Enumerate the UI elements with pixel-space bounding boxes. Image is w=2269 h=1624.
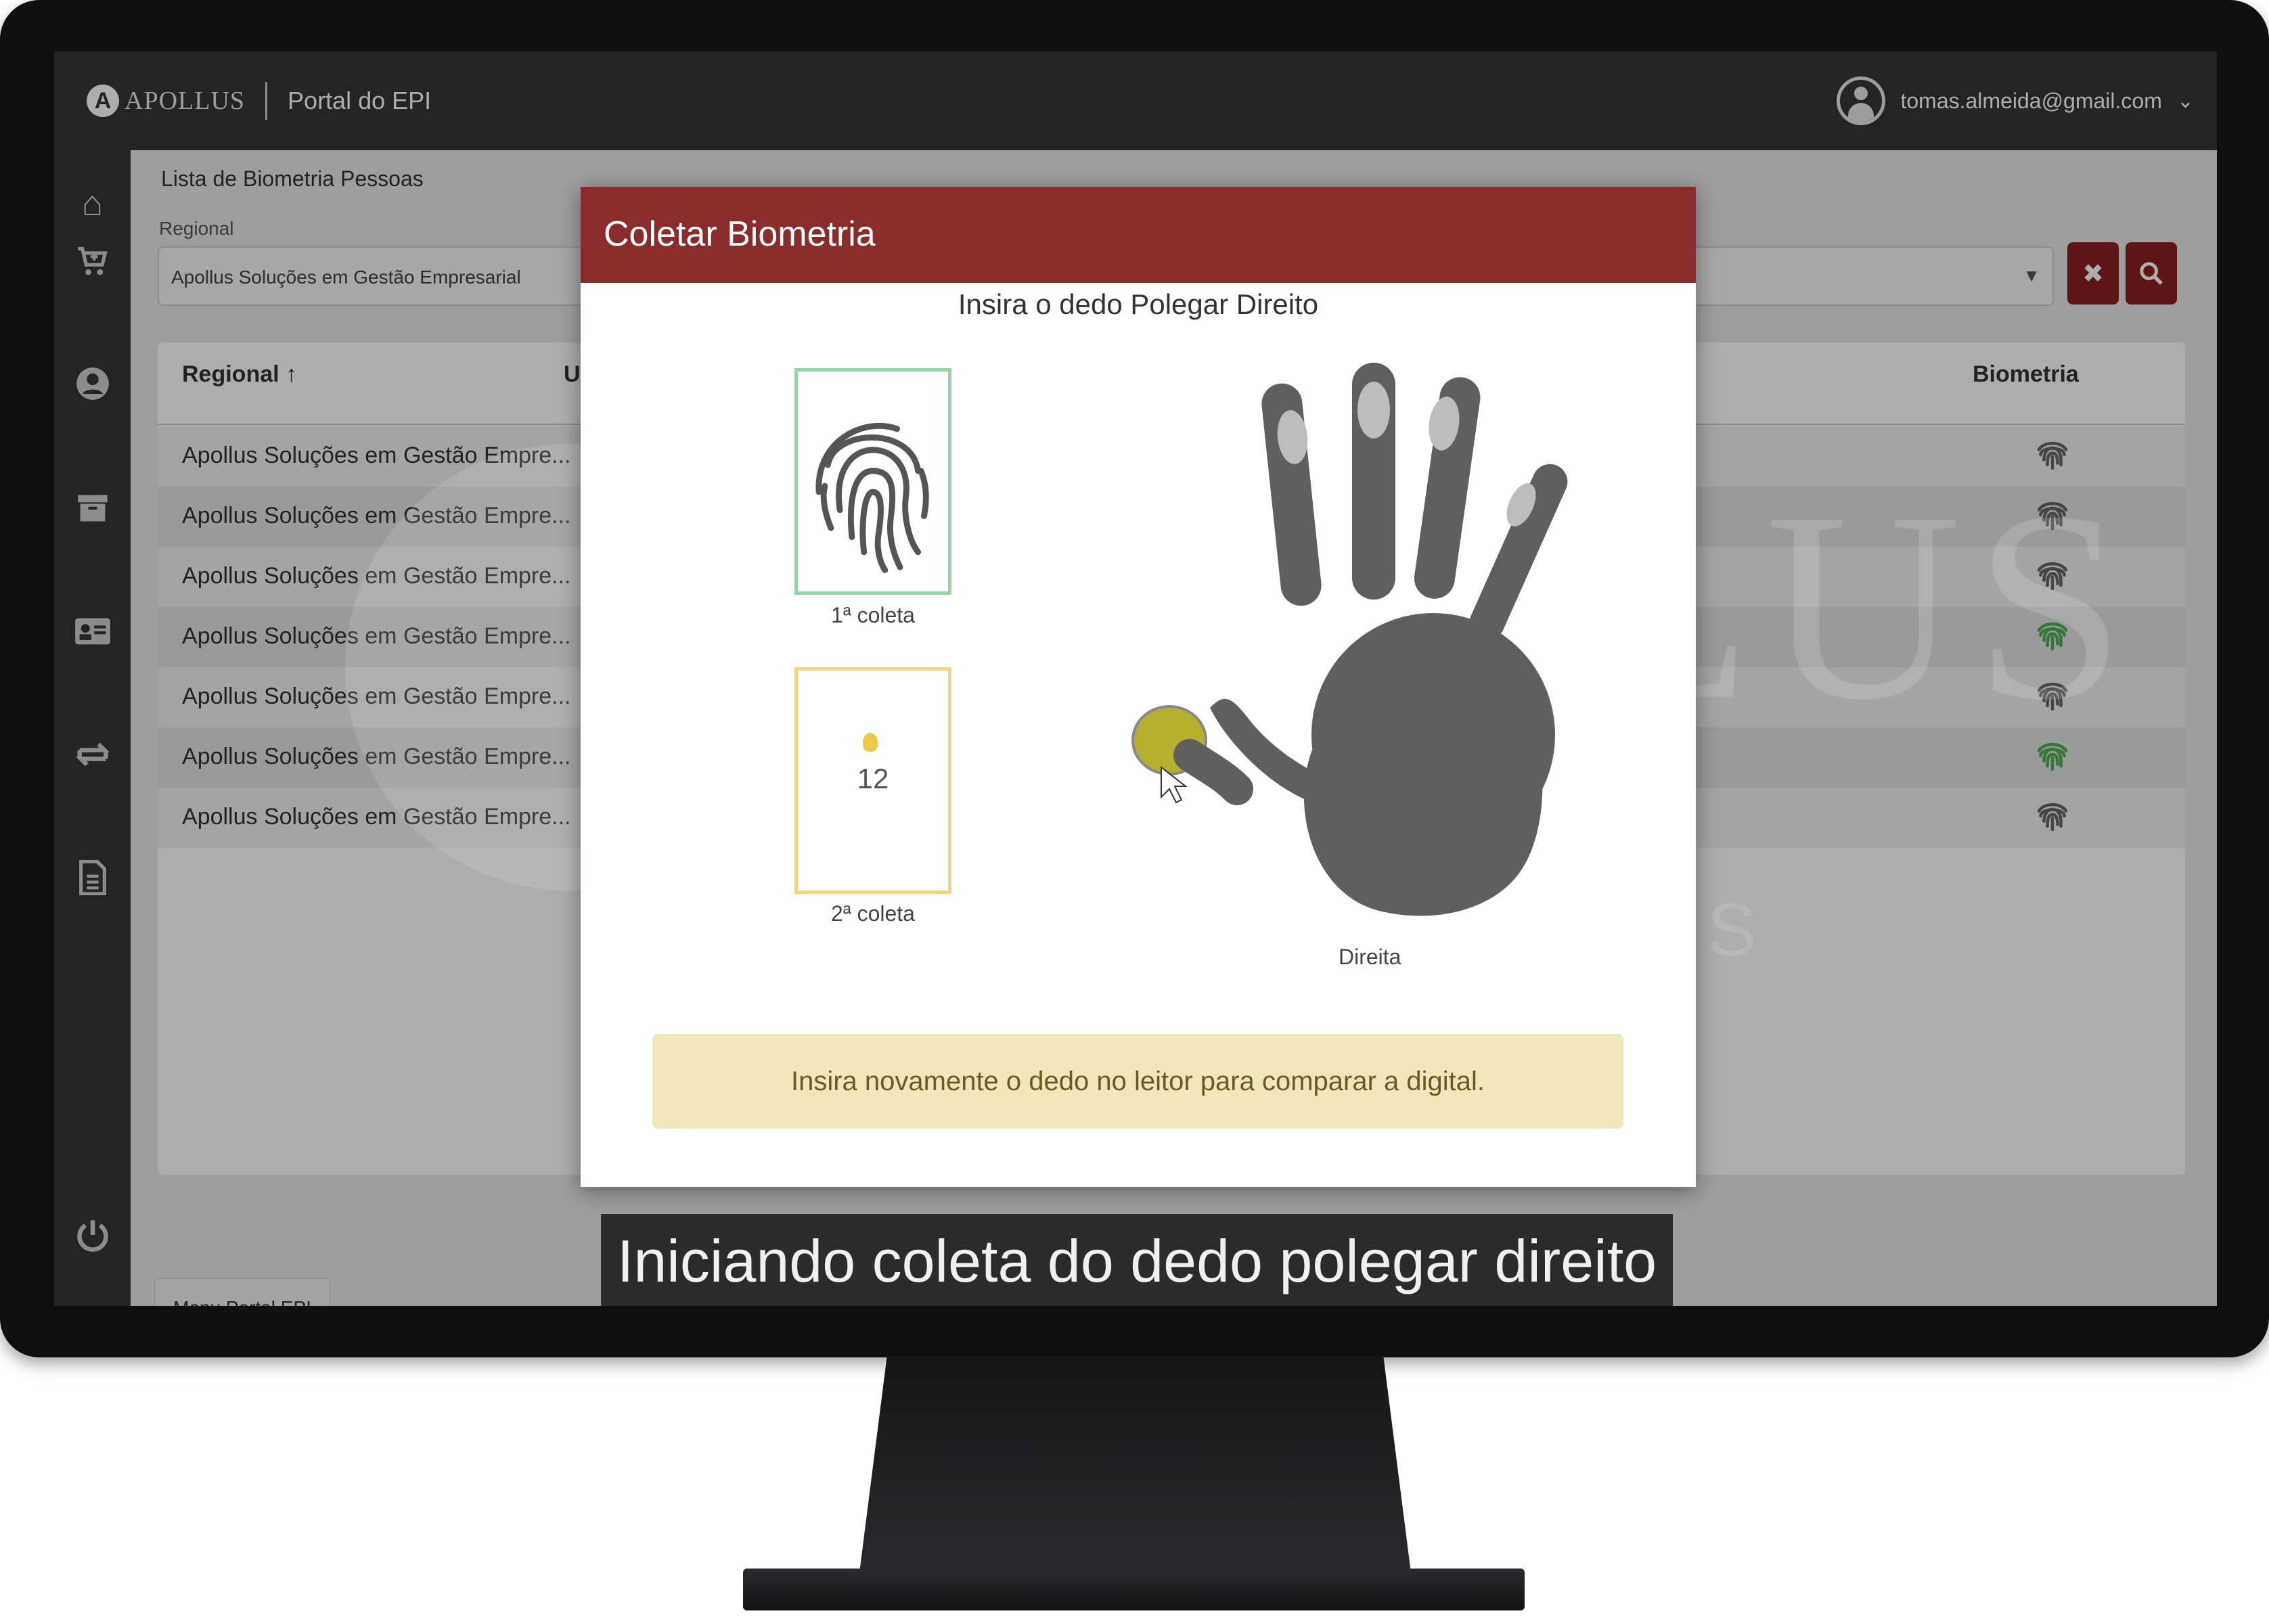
fingerprint-icon <box>815 422 929 573</box>
collect-biometric-modal: Coletar Biometria Insira o dedo Polegar … <box>581 187 1696 1187</box>
monitor-base <box>743 1569 1525 1610</box>
second-collect-box: 12 <box>794 667 951 894</box>
screen: A APOLLUS Portal do EPI tomas.almeida@gm… <box>54 51 2217 1306</box>
fingerprint-partial-icon <box>863 733 878 752</box>
video-caption: Iniciando coleta do dedo polegar direito <box>601 1214 1673 1306</box>
right-hand-icon <box>1131 363 1568 916</box>
second-collect-count: 12 <box>857 763 889 794</box>
second-collect-label: 2ª coleta <box>831 901 915 926</box>
monitor-stand <box>859 1356 1411 1573</box>
modal-instruction: Insira o dedo Polegar Direito <box>958 288 1319 320</box>
first-collect-label: 1ª coleta <box>831 603 915 627</box>
compare-alert: Insira novamente o dedo no leitor para c… <box>652 1034 1623 1129</box>
first-collect-box <box>794 368 951 595</box>
hand-side-label: Direita <box>1339 945 1401 969</box>
modal-title: Coletar Biometria <box>581 187 1696 283</box>
